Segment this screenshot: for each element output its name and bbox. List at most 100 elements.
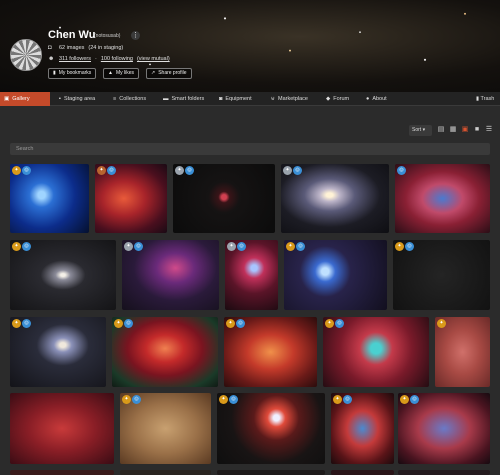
gallery-tile[interactable]: [120, 470, 211, 475]
iotd-icon: ◎: [335, 319, 344, 328]
tab-marketplace-label: Marketplace: [278, 96, 308, 102]
iotd-icon: ◎: [397, 166, 406, 175]
sort-dropdown[interactable]: Sort ▾: [409, 125, 432, 136]
tab-equipment-label: Equipment: [225, 96, 252, 102]
my-likes-button[interactable]: ▲ My likes: [103, 68, 140, 79]
gold-award-icon: ✦: [114, 319, 123, 328]
gallery-tile[interactable]: ✦ ◎: [398, 393, 490, 464]
gallery-tile[interactable]: ✦ ◎: [10, 317, 106, 387]
iotd-icon: ◎: [296, 242, 305, 251]
tab-collections[interactable]: ≡ Collections: [110, 92, 149, 106]
profile-name: Chen Wu: [48, 29, 96, 41]
tile-badges: ✦ ◎: [175, 166, 194, 175]
gold-award-icon: ✦: [395, 242, 404, 251]
layers-icon: ≡: [113, 96, 117, 102]
tile-badges: ✦ ◎: [12, 242, 31, 251]
iotd-icon: ◎: [107, 166, 116, 175]
gold-award-icon: ✦: [325, 319, 334, 328]
gold-award-icon: ✦: [226, 319, 235, 328]
iotd-icon: ◎: [132, 395, 141, 404]
view-mutual-link[interactable]: (view mutual): [137, 56, 170, 62]
lock-icon: ▪: [59, 96, 61, 102]
search-input[interactable]: [10, 143, 490, 155]
iotd-icon: ◎: [343, 395, 352, 404]
followers-link[interactable]: 311 followers: [59, 56, 91, 62]
gallery-tile[interactable]: ✦ ◎: [331, 393, 394, 464]
tab-about[interactable]: ● About: [363, 92, 390, 106]
my-bookmarks-button[interactable]: ▮ My bookmarks: [48, 68, 97, 79]
following-link[interactable]: 100 following: [101, 56, 133, 62]
gold-award-icon: ✦: [12, 319, 21, 328]
gallery-tile[interactable]: ✦ ◎: [323, 317, 429, 387]
gallery-tile[interactable]: ✦ ◎: [281, 164, 389, 233]
tab-equipment[interactable]: ◙ Equipment: [216, 92, 255, 106]
share-profile-button[interactable]: ↗ Share profile: [146, 68, 192, 79]
trash-label: Trash: [480, 96, 495, 102]
iotd-icon: ◎: [236, 319, 245, 328]
tile-badges: ✦ ◎: [12, 166, 31, 175]
my-bookmarks-label: My bookmarks: [58, 70, 92, 76]
tab-smart-folders-label: Smart folders: [171, 96, 205, 102]
tile-badges: ✦: [437, 319, 446, 328]
gallery-tile[interactable]: ✦ ◎: [10, 164, 89, 233]
tab-staging-area[interactable]: ▪ Staging area: [56, 92, 98, 106]
gallery-tile[interactable]: ✦ ◎: [224, 317, 317, 387]
tile-badges: ✦ ◎: [114, 319, 133, 328]
gallery-tile[interactable]: ✦ ◎: [173, 164, 275, 233]
followers-stat: ☻ 311 followers · 100 following (view mu…: [48, 56, 170, 62]
tile-badges: ✦ ◎: [395, 242, 414, 251]
tile-badges: ✦ ◎: [400, 395, 419, 404]
tile-view-icon[interactable]: ■: [473, 126, 481, 134]
gallery-tile[interactable]: ✦ ◎: [112, 317, 218, 387]
cart-icon: ⊍: [271, 96, 276, 102]
tile-badges: ✦ ◎: [97, 166, 116, 175]
gallery-tile[interactable]: ✦ ◎: [284, 240, 387, 310]
list-view-icon[interactable]: ▤: [437, 126, 445, 134]
users-icon: ☻: [48, 56, 55, 62]
tile-badges: ✦ ◎: [219, 395, 238, 404]
tab-collections-label: Collections: [119, 96, 147, 102]
gallery-tile[interactable]: ◎: [395, 164, 490, 233]
gallery-tile[interactable]: ✦ ◎: [10, 240, 116, 310]
gallery-tile[interactable]: [10, 393, 114, 464]
gallery-tile[interactable]: [10, 470, 114, 475]
stat-separator: ·: [95, 56, 97, 62]
iotd-icon: ◎: [185, 166, 194, 175]
share-icon: ↗: [151, 70, 156, 76]
gallery-tile[interactable]: ✦ ◎: [95, 164, 167, 233]
bookmark-icon: ▮: [53, 70, 56, 76]
large-grid-icon[interactable]: ▣: [461, 126, 469, 134]
silver-award-icon: ✦: [175, 166, 184, 175]
share-profile-label: Share profile: [158, 70, 187, 76]
gold-award-icon: ✦: [12, 166, 21, 175]
gallery-toolbar: Sort ▾ ▤ ▦ ▣ ■ ☰: [0, 106, 500, 142]
tab-smart-folders[interactable]: ▬ Smart folders: [160, 92, 207, 106]
avatar[interactable]: [10, 39, 42, 71]
my-likes-label: My likes: [115, 70, 135, 76]
thumbs-up-icon: ▲: [108, 70, 113, 76]
gold-award-icon: ✦: [333, 395, 342, 404]
tab-forum-label: Forum: [333, 96, 350, 102]
iotd-icon: ◎: [237, 242, 246, 251]
gallery-tile[interactable]: [217, 470, 325, 475]
gallery-tile[interactable]: ✦ ◎: [122, 240, 219, 310]
folder-icon: ▬: [163, 96, 169, 102]
gold-award-icon: ✦: [400, 395, 409, 404]
gallery-tile[interactable]: [398, 470, 490, 475]
tab-forum[interactable]: ◆ Forum: [323, 92, 352, 106]
small-grid-icon[interactable]: ▦: [449, 126, 457, 134]
gallery-tile[interactable]: ✦ ◎: [393, 240, 490, 310]
gallery-tile[interactable]: [331, 470, 394, 475]
silver-award-icon: ✦: [227, 242, 236, 251]
tab-marketplace[interactable]: ⊍ Marketplace: [268, 92, 311, 106]
user-icon: ●: [366, 96, 370, 102]
gallery-tile[interactable]: ✦ ◎: [225, 240, 278, 310]
gallery-tile[interactable]: ✦ ◎: [120, 393, 211, 464]
gallery-tile[interactable]: ✦ ◎: [217, 393, 325, 464]
gallery-tile[interactable]: ✦: [435, 317, 490, 387]
tab-gallery[interactable]: ▣ Gallery: [0, 92, 50, 106]
profile-menu-button[interactable]: ⋮: [131, 31, 140, 40]
iotd-icon: ◎: [293, 166, 302, 175]
detail-list-icon[interactable]: ☰: [485, 126, 493, 134]
trash-link[interactable]: ▮ Trash: [476, 92, 494, 106]
